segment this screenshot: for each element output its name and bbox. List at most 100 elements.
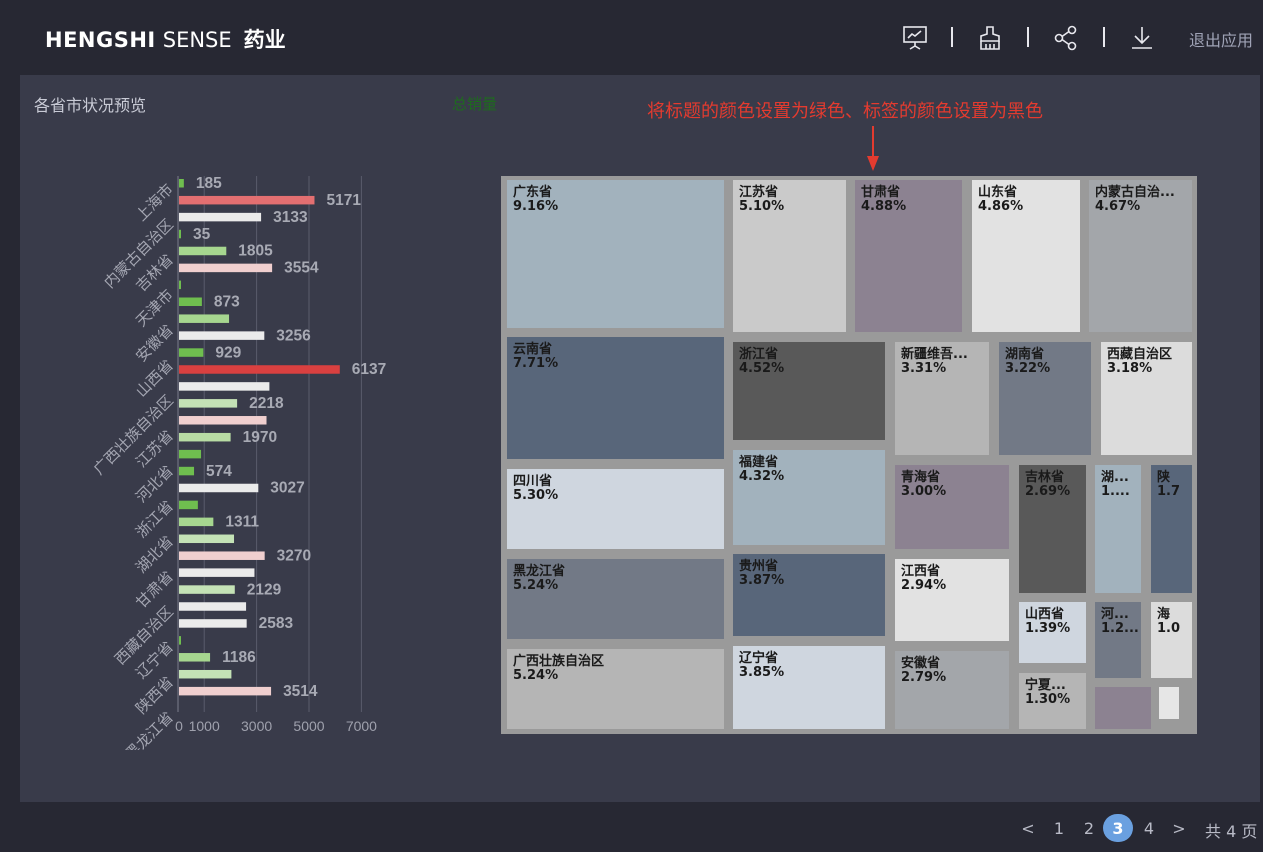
bar: [179, 416, 267, 425]
treemap-tile[interactable]: 湖... 1....: [1095, 465, 1141, 593]
bar: [179, 653, 211, 662]
tile-name: 内蒙古自治...: [1095, 185, 1175, 200]
treemap-tile[interactable]: [1095, 687, 1151, 729]
treemap-tile[interactable]: 辽宁省 3.85%: [733, 646, 885, 729]
treemap-tile[interactable]: 宁夏... 1.30%: [1019, 673, 1086, 729]
annotation-arrow-icon: [867, 126, 879, 171]
toolbar-divider: [951, 27, 953, 47]
treemap-tile[interactable]: 云南省 7.71%: [507, 337, 724, 459]
exit-app-link[interactable]: 退出应用: [1189, 27, 1253, 51]
sales-treemap: 广东省 9.16% 江苏省 5.10% 甘肃省 4.88% 山东省 4.86% 内蒙古自治...…: [501, 176, 1197, 734]
treemap-tile[interactable]: 新疆维吾... 3.31%: [895, 342, 989, 455]
treemap-tile[interactable]: 福建省 4.32%: [733, 450, 885, 545]
bar-value-label: 1311: [225, 514, 259, 531]
bar-value-label: 3256: [276, 327, 311, 344]
presentation-button[interactable]: [899, 22, 931, 54]
bar-value-label: 185: [196, 175, 222, 192]
category-label: 河北省: [132, 462, 177, 507]
treemap-tile[interactable]: 四川省 5.30%: [507, 469, 724, 549]
category-label: 陕西省: [132, 673, 177, 718]
bar: [179, 500, 198, 510]
tile-name: 陕: [1157, 470, 1171, 485]
bar-value-label: 3554: [284, 260, 319, 277]
treemap-tile[interactable]: 内蒙古自治... 4.67%: [1089, 180, 1192, 332]
tile-percent: 2.69%: [1025, 484, 1071, 499]
download-button[interactable]: [1126, 22, 1158, 54]
tile-name: 广西壮族自治区: [513, 654, 605, 669]
bar: [179, 534, 235, 544]
category-label: 山西省: [132, 356, 177, 401]
bar: [179, 179, 184, 188]
treemap-tile[interactable]: 贵州省 3.87%: [733, 554, 885, 636]
tile-percent: 3.18%: [1107, 361, 1153, 376]
tile-percent: 1.2...: [1101, 621, 1139, 636]
bar: [179, 331, 265, 340]
treemap-tile[interactable]: 广西壮族自治区 5.24%: [507, 649, 724, 729]
bar: [179, 483, 259, 493]
treemap-tile[interactable]: 安徽省 2.79%: [895, 651, 1009, 729]
province-bar-chart: 0 1000 3000 5000 700018551713133351805355487…: [90, 175, 386, 750]
treemap-tile[interactable]: 江西省 2.94%: [895, 559, 1009, 641]
tile-percent: 7.71%: [513, 356, 559, 371]
page-3-button[interactable]: 3: [1103, 814, 1133, 842]
treemap-title: 总销量: [452, 95, 498, 113]
tile-percent: 4.86%: [978, 199, 1024, 214]
tile-name: 湖南省: [1005, 347, 1045, 362]
bar: [179, 399, 238, 408]
tile-name: 河...: [1101, 607, 1129, 622]
treemap-tile[interactable]: 山西省 1.39%: [1019, 602, 1086, 663]
treemap-tile[interactable]: 河... 1.2...: [1095, 602, 1141, 678]
bar-value-label: 929: [215, 344, 241, 361]
brand-sense: SENSE: [162, 28, 232, 52]
bar-value-label: 1805: [238, 243, 273, 260]
prev-page-button[interactable]: <: [1018, 814, 1038, 842]
treemap-tile[interactable]: 广东省 9.16%: [507, 180, 724, 328]
bar: [179, 619, 247, 628]
bar-value-label: 2218: [249, 395, 284, 412]
page-2-button[interactable]: 2: [1079, 814, 1099, 842]
bar: [179, 432, 231, 442]
page-4-button[interactable]: 4: [1139, 814, 1159, 842]
tile-name: 四川省: [513, 474, 553, 489]
tile-name: 西藏自治区: [1107, 347, 1173, 362]
next-page-button[interactable]: >: [1169, 814, 1189, 842]
bar: [179, 602, 247, 611]
page-1-button[interactable]: 1: [1049, 814, 1069, 842]
clear-style-button[interactable]: [974, 22, 1006, 54]
treemap-tile[interactable]: 浙江省 4.52%: [733, 342, 885, 440]
treemap-tile[interactable]: 陕 1.7: [1151, 465, 1192, 593]
x-tick-label: 7000: [346, 718, 377, 734]
bar-value-label: 2129: [247, 581, 282, 598]
tile-percent: 2.94%: [901, 578, 947, 593]
tile-percent: 9.16%: [513, 199, 559, 214]
category-label: 上海市: [132, 180, 177, 225]
treemap-tile[interactable]: 江苏省 5.10%: [733, 180, 846, 332]
treemap-tile[interactable]: 海 1.0: [1151, 602, 1192, 678]
top-header: HENGSHI SENSE 药业 退出应用: [0, 0, 1263, 75]
bar-value-label: 3514: [283, 683, 318, 700]
bar: [179, 280, 181, 290]
bar: [179, 348, 204, 357]
treemap-tile[interactable]: [1159, 687, 1179, 719]
bar: [179, 585, 235, 594]
bar: [179, 517, 214, 527]
treemap-tile[interactable]: 青海省 3.00%: [895, 465, 1009, 549]
tile-percent: 3.87%: [739, 573, 785, 588]
tile-percent: 1.0: [1157, 621, 1181, 636]
treemap-tile[interactable]: 山东省 4.86%: [972, 180, 1080, 332]
treemap-tile[interactable]: 西藏自治区 3.18%: [1101, 342, 1192, 455]
tile-name: 青海省: [901, 470, 941, 485]
download-icon: [1132, 27, 1152, 49]
panel-title: 各省市状况预览: [34, 96, 147, 115]
treemap-tile[interactable]: 黑龙江省 5.24%: [507, 559, 724, 639]
treemap-tile[interactable]: 湖南省 3.22%: [999, 342, 1091, 455]
tile-name: 浙江省: [739, 347, 779, 362]
share-icon: [1054, 25, 1077, 51]
treemap-tile[interactable]: 吉林省 2.69%: [1019, 465, 1086, 593]
share-button[interactable]: [1050, 22, 1082, 54]
treemap-tile[interactable]: 甘肃省 4.88%: [855, 180, 962, 332]
annotation-text: 将标题的颜色设置为绿色、标签的颜色设置为黑色: [647, 101, 1043, 122]
tile-name: 山西省: [1025, 607, 1065, 622]
tile-percent: 2.79%: [901, 670, 947, 685]
bar: [179, 212, 262, 222]
